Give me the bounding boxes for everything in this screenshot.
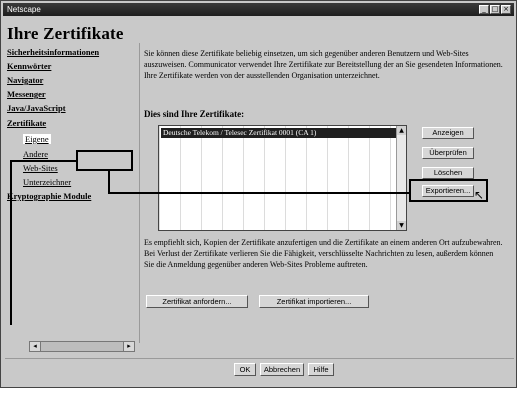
page-title: Ihre Zertifikate	[7, 24, 124, 43]
scroll-up-arrow-icon[interactable]: ▲	[397, 126, 406, 135]
verify-button[interactable]: Überprüfen	[422, 147, 474, 159]
certificate-list-scrollbar[interactable]: ▲ ▼	[396, 126, 406, 230]
footer-divider	[5, 358, 514, 359]
sidebar-item-certificates[interactable]: Zertifikate	[7, 118, 46, 128]
minimize-button[interactable]: _	[479, 5, 489, 14]
callout-leader-horizontal	[10, 160, 77, 162]
callout-connector-vertical	[108, 170, 110, 194]
certificate-list[interactable]: Deutsche Telekom / Telesec Zertifikat 00…	[158, 125, 407, 231]
callout-box-own-certs	[76, 150, 133, 171]
sidebar-item-messenger[interactable]: Messenger	[7, 89, 46, 99]
help-button[interactable]: Hilfe	[308, 363, 334, 376]
delete-button[interactable]: Löschen	[422, 167, 474, 179]
cancel-button[interactable]: Abbrechen	[260, 363, 304, 376]
close-button[interactable]: ×	[501, 5, 511, 14]
sidebar-item-web-sites[interactable]: Web-Sites	[23, 163, 58, 173]
view-button[interactable]: Anzeigen	[422, 127, 474, 139]
sidebar-item-crypto-modules[interactable]: Kryptographie Module	[7, 191, 91, 201]
certificate-list-item[interactable]: Deutsche Telekom / Telesec Zertifikat 00…	[161, 128, 397, 138]
scroll-right-arrow-icon[interactable]: ▸	[123, 342, 134, 351]
certificates-description: Sie können diese Zertifikate beliebig ei…	[144, 49, 503, 80]
scroll-down-arrow-icon[interactable]: ▼	[397, 221, 406, 230]
certificates-heading: Dies sind Ihre Zertifikate:	[144, 109, 245, 119]
sidebar-item-navigator[interactable]: Navigator	[7, 75, 43, 85]
obtain-certificate-button[interactable]: Zertifikat anfordern...	[146, 295, 248, 308]
title-bar: Netscape _ □ ×	[3, 3, 514, 16]
sidebar-item-security-info[interactable]: Sicherheitsinformationen	[7, 47, 99, 57]
sidebar-item-signers[interactable]: Unterzeichner	[23, 177, 71, 187]
callout-leader-vertical	[10, 160, 12, 325]
sidebar-item-own-certs[interactable]: Eigene	[23, 134, 51, 144]
mouse-cursor-icon: ↖	[474, 188, 485, 202]
sidebar-item-passwords[interactable]: Kennwörter	[7, 61, 51, 71]
import-certificate-button[interactable]: Zertifikat importieren...	[259, 295, 369, 308]
scroll-left-arrow-icon[interactable]: ◂	[30, 342, 41, 351]
window-controls: _ □ ×	[479, 5, 511, 14]
maximize-button[interactable]: □	[490, 5, 500, 14]
window-title: Netscape	[7, 5, 41, 14]
ok-button[interactable]: OK	[234, 363, 256, 376]
sidebar-item-other-certs[interactable]: Andere	[23, 149, 48, 159]
sidebar-scrollbar[interactable]: ◂ ▸	[29, 341, 135, 352]
callout-connector-horizontal	[108, 192, 410, 194]
sidebar-item-java[interactable]: Java/JavaScript	[7, 103, 66, 113]
backup-note: Es empfiehlt sich, Kopien der Zertifikat…	[144, 238, 503, 269]
